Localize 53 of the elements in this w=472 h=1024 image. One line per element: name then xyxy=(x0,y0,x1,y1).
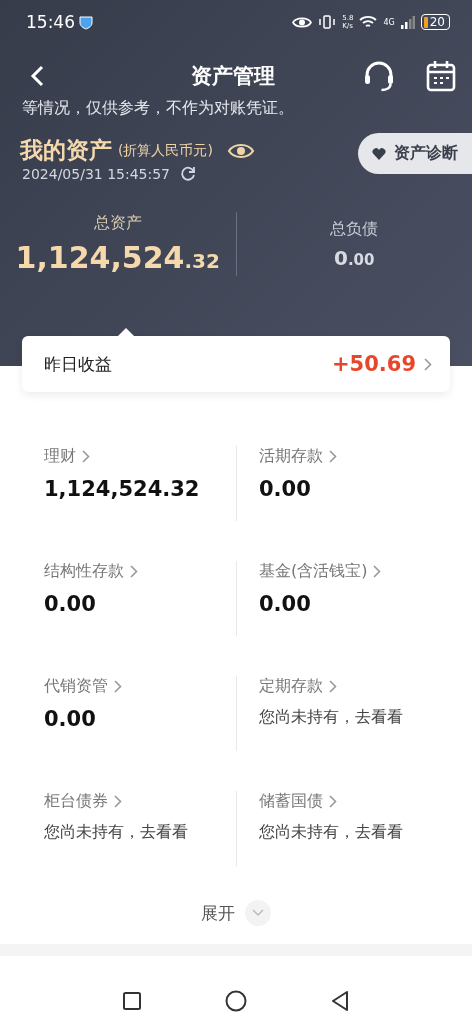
chevron-right-icon xyxy=(114,680,122,693)
expand-button[interactable]: 展开 xyxy=(201,901,235,925)
battery-indicator: 20 xyxy=(420,14,450,30)
refresh-icon[interactable] xyxy=(180,166,197,182)
holding-amount: 0.00 xyxy=(259,477,312,501)
network-type: 4G xyxy=(383,17,395,27)
recents-icon[interactable] xyxy=(123,992,141,1010)
earnings-value: +50.69 xyxy=(331,352,416,376)
holding-prompt[interactable]: 您尚未持有，去看看 xyxy=(44,822,236,843)
chevron-right-icon xyxy=(329,450,337,463)
vibrate-icon xyxy=(318,15,337,29)
back-icon[interactable] xyxy=(331,991,349,1011)
holding-label[interactable]: 基金(含活钱宝) xyxy=(259,561,368,582)
currency-note: (折算人民币元) xyxy=(118,141,213,160)
holding-label[interactable]: 活期存款 xyxy=(259,446,323,467)
eye-icon xyxy=(292,15,313,29)
holding-amount: 0.00 xyxy=(44,592,97,616)
holding-label[interactable]: 柜台债券 xyxy=(44,791,108,812)
shield-icon xyxy=(79,14,93,30)
section-title: 我的资产 xyxy=(20,136,112,165)
page-title: 资产管理 xyxy=(190,63,276,90)
chevron-right-icon xyxy=(329,795,337,808)
diagnosis-button[interactable]: 资产诊断 xyxy=(358,133,472,174)
holding-prompt[interactable]: 您尚未持有，去看看 xyxy=(259,822,450,843)
earnings-label: 昨日收益 xyxy=(44,352,113,376)
home-icon[interactable] xyxy=(225,990,247,1012)
holding-label[interactable]: 储蓄国债 xyxy=(259,791,323,812)
total-tab[interactable]: 总负债 0.00 xyxy=(236,218,472,270)
calendar-icon[interactable] xyxy=(426,60,456,92)
status-time: 15:46 xyxy=(26,12,75,32)
total-tab[interactable]: 总资产 1,124,524.32 xyxy=(0,213,236,275)
disclaimer-text: 等情况，仅供参考，不作为对账凭证。 xyxy=(21,98,295,119)
holding-label[interactable]: 理财 xyxy=(44,446,76,467)
chevron-right-icon xyxy=(130,565,138,578)
chevron-right-icon xyxy=(424,357,432,371)
headset-icon[interactable] xyxy=(362,59,396,93)
chevron-right-icon xyxy=(82,450,90,463)
heart-icon xyxy=(372,147,386,160)
eye-icon[interactable] xyxy=(226,141,255,160)
holding-amount: 1,124,524.32 xyxy=(44,477,201,501)
chevron-right-icon xyxy=(114,795,122,808)
chevron-right-icon xyxy=(373,565,382,578)
wifi-icon xyxy=(359,15,378,29)
yesterday-earnings-card[interactable]: 昨日收益 +50.69 xyxy=(22,336,450,392)
holding-label[interactable]: 结构性存款 xyxy=(44,561,124,582)
timestamp: 2024/05/31 15:45:57 xyxy=(22,166,171,182)
chevron-right-icon xyxy=(329,680,337,693)
holding-prompt[interactable]: 您尚未持有，去看看 xyxy=(259,707,450,728)
holding-amount: 0.00 xyxy=(259,592,312,616)
holding-label[interactable]: 代销资管 xyxy=(44,676,108,697)
signal-icon xyxy=(400,15,415,29)
holding-label[interactable]: 定期存款 xyxy=(259,676,323,697)
holding-amount: 0.00 xyxy=(44,707,97,731)
